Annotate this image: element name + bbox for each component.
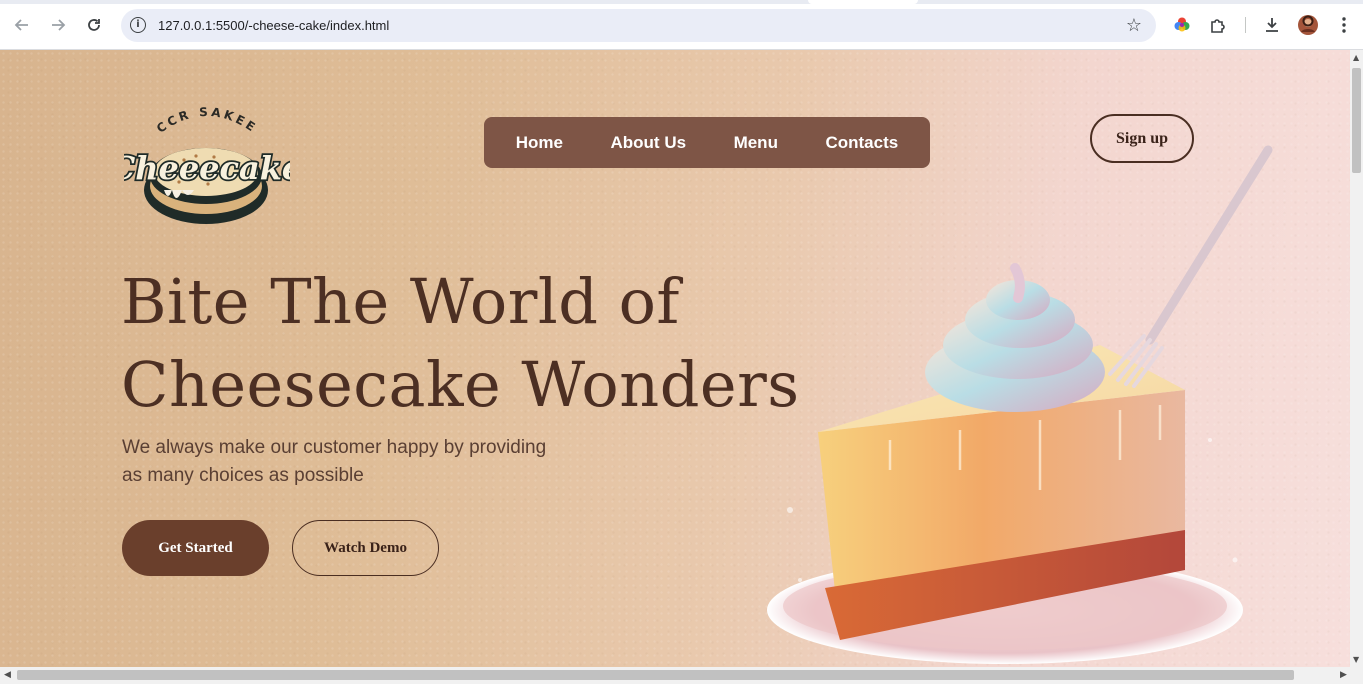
cheesecake-logo[interactable]: CCR SAKEE Cheeecake <box>124 102 290 230</box>
scroll-up-icon[interactable]: ▲ <box>1353 53 1359 62</box>
info-icon[interactable]: i <box>130 17 146 33</box>
color-wheel-icon <box>1174 17 1190 32</box>
avatar <box>1298 15 1318 35</box>
forward-button[interactable] <box>46 13 70 37</box>
download-icon <box>1266 18 1278 32</box>
scroll-down-icon[interactable]: ▼ <box>1353 655 1359 664</box>
arrow-left-icon <box>14 19 28 31</box>
get-started-button[interactable]: Get Started <box>122 520 269 576</box>
kebab-menu-icon <box>1342 17 1346 33</box>
vertical-scrollbar[interactable]: ▲ ▼ <box>1350 50 1363 667</box>
scroll-left-icon[interactable]: ◀ <box>4 670 11 680</box>
hero-subtext: We always make our customer happy by pro… <box>122 437 547 486</box>
nav-home[interactable]: Home <box>516 133 563 153</box>
star-icon[interactable]: ☆ <box>1126 15 1142 36</box>
watch-demo-button[interactable]: Watch Demo <box>292 520 439 576</box>
horizontal-scrollbar[interactable]: ◀ ▶ <box>0 667 1363 684</box>
profile-button[interactable] <box>1296 13 1320 37</box>
back-button[interactable] <box>10 13 34 37</box>
svg-text:CCR SAKEE: CCR SAKEE <box>154 105 260 136</box>
nav-about-us[interactable]: About Us <box>611 133 687 153</box>
address-bar[interactable]: i 127.0.0.1:5500/-cheese-cake/index.html… <box>121 9 1156 42</box>
downloads-button[interactable] <box>1260 13 1284 37</box>
extensions-button[interactable] <box>1206 13 1230 37</box>
horizontal-scroll-thumb[interactable] <box>17 670 1294 680</box>
toolbar-divider <box>1245 17 1246 33</box>
reload-icon <box>88 19 100 31</box>
headline-line-1: Bite The World of <box>121 265 680 338</box>
scroll-right-icon[interactable]: ▶ <box>1340 670 1347 680</box>
svg-text:Cheeecake: Cheeecake <box>124 149 290 187</box>
tab-strip <box>0 0 1363 4</box>
vertical-scroll-thumb[interactable] <box>1352 68 1361 173</box>
reload-button[interactable] <box>82 13 106 37</box>
url-text[interactable]: 127.0.0.1:5500/-cheese-cake/index.html <box>158 18 389 33</box>
color-extension-button[interactable] <box>1170 13 1194 37</box>
cheesecake-image <box>767 145 1273 664</box>
page-viewport: CCR SAKEE Cheeecake Home About Us Menu C… <box>0 50 1350 667</box>
headline-line-2: Cheesecake Wonders <box>121 348 800 421</box>
browser-toolbar: i 127.0.0.1:5500/-cheese-cake/index.html… <box>0 0 1363 50</box>
arrow-right-icon <box>52 19 66 31</box>
puzzle-icon <box>1211 19 1225 33</box>
menu-button[interactable] <box>1332 13 1356 37</box>
